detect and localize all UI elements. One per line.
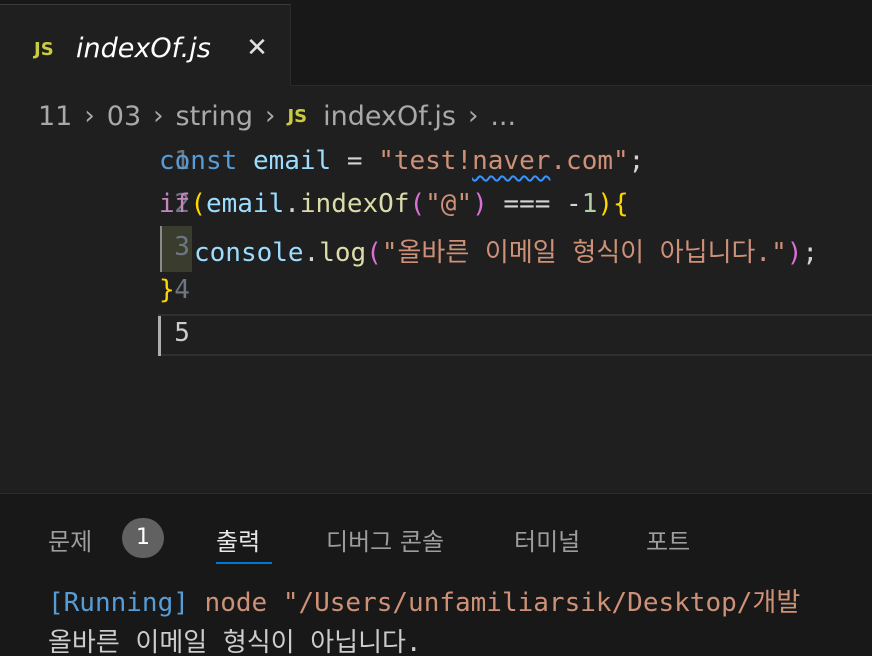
- tab-debug-console[interactable]: 디버그 콘솔: [326, 522, 444, 557]
- javascript-file-icon: JS: [287, 105, 308, 127]
- keyword-token: const: [159, 146, 238, 176]
- problems-count-badge: 1: [122, 518, 164, 558]
- tab-title: indexOf.js: [76, 33, 211, 64]
- line-number: 5: [174, 318, 190, 348]
- tab-divider: [290, 4, 291, 86]
- close-icon[interactable]: ✕: [244, 35, 270, 61]
- semicolon-token: ;: [802, 238, 819, 268]
- tab-indexof-js[interactable]: JS indexOf.js ✕: [0, 4, 290, 86]
- bottom-panel: 문제 1 출력 디버그 콘솔 터미널 포트 [Running] node "/U…: [0, 494, 872, 656]
- code-line-5[interactable]: 5: [0, 312, 872, 354]
- keyword-token: if: [159, 189, 191, 219]
- operator-token: =: [346, 146, 363, 176]
- tab-problems[interactable]: 문제: [48, 522, 92, 557]
- breadcrumb-item-file[interactable]: indexOf.js: [323, 101, 456, 132]
- variable-token: email: [252, 146, 332, 176]
- line-number: 4: [174, 275, 190, 305]
- code-content: }: [159, 275, 175, 305]
- run-command: node "/Users/unfamiliarsik/Desktop/개발: [204, 588, 801, 618]
- code-line-1[interactable]: 1 const email = "test!naver.com";: [0, 140, 872, 182]
- dot-token: .: [303, 238, 320, 268]
- number-token: 1: [581, 189, 598, 219]
- tab-terminal[interactable]: 터미널: [514, 522, 580, 557]
- line-number: 3: [174, 232, 190, 262]
- chevron-right-icon: ›: [265, 101, 276, 131]
- brace-token: {: [613, 189, 629, 219]
- code-line-2[interactable]: 2 if(email.indexOf("@") === -1){: [0, 183, 872, 225]
- semicolon-token: ;: [628, 146, 645, 176]
- output-line-running: [Running] node "/Users/unfamiliarsik/Des…: [48, 582, 800, 619]
- breadcrumb-item-string[interactable]: string: [176, 101, 254, 132]
- code-line-4[interactable]: 4 }: [0, 269, 872, 311]
- code-line-3[interactable]: 3 console.log("올바른 이메일 형식이 아닙니다.");: [0, 226, 872, 268]
- bracket-token: ): [472, 189, 488, 219]
- string-token: "올바른 이메일 형식이 아닙니다.": [381, 238, 787, 268]
- string-token: "test!: [378, 146, 473, 176]
- tab-bar: JS indexOf.js ✕: [0, 0, 872, 86]
- operator-token: ===: [503, 189, 551, 219]
- bracket-token: (: [190, 189, 206, 219]
- chevron-right-icon: ›: [467, 101, 479, 131]
- code-content: console.log("올바른 이메일 형식이 아닙니다.");: [194, 232, 818, 269]
- code-content: if(email.indexOf("@") === -1){: [159, 189, 629, 219]
- breadcrumb-item-03[interactable]: 03: [107, 101, 141, 132]
- breadcrumb-item-symbols[interactable]: ...: [490, 101, 516, 132]
- function-token: log: [319, 238, 367, 268]
- code-content: const email = "test!naver.com";: [159, 146, 644, 176]
- bracket-token: ): [597, 189, 614, 219]
- bracket-token: ): [786, 238, 803, 268]
- chevron-right-icon: ›: [84, 101, 95, 131]
- variable-token: console: [194, 238, 304, 268]
- function-token: indexOf: [299, 189, 410, 219]
- operator-token: -: [566, 189, 582, 219]
- running-tag: [Running]: [48, 588, 189, 618]
- variable-token: email: [205, 189, 285, 219]
- dot-token: .: [284, 189, 300, 219]
- spelling-warning[interactable]: naver: [472, 146, 550, 176]
- vscode-window: JS indexOf.js ✕ 11 › 03 › string › JS in…: [0, 0, 872, 656]
- bracket-token: (: [366, 238, 382, 268]
- string-token: .com": [550, 146, 629, 176]
- tab-ports[interactable]: 포트: [646, 522, 690, 557]
- brace-token: }: [159, 275, 175, 305]
- breadcrumb: 11 › 03 › string › JS indexOf.js › ...: [38, 96, 516, 136]
- tab-output[interactable]: 출력: [216, 522, 260, 557]
- active-tab-indicator: [216, 562, 272, 564]
- chevron-right-icon: ›: [153, 101, 164, 131]
- bracket-token: (: [409, 189, 426, 219]
- tab-bar-border: [291, 85, 872, 86]
- breadcrumb-item-11[interactable]: 11: [38, 101, 72, 132]
- output-line-result: 올바른 이메일 형식이 아닙니다.: [48, 628, 422, 656]
- javascript-file-icon: JS: [34, 39, 54, 60]
- string-token: "@": [425, 189, 473, 219]
